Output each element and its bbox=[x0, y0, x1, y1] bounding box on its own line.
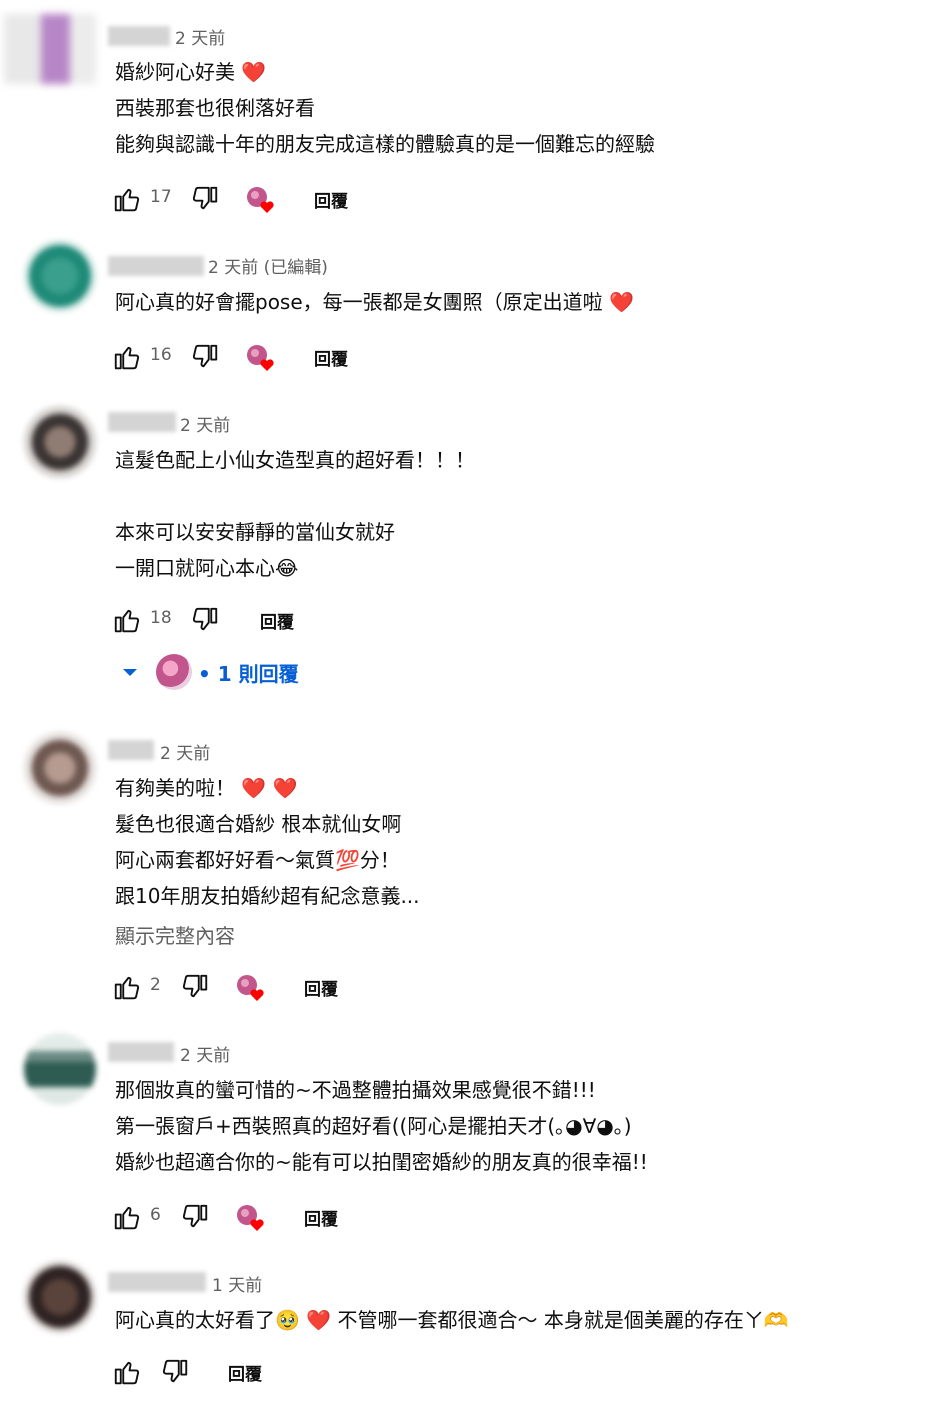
comment-line: 髮色也很適合婚紗 根本就仙女啊 bbox=[115, 812, 402, 836]
comment-line: 有夠美的啦！ ❤️ ❤️ bbox=[115, 776, 298, 800]
like-count: 6 bbox=[150, 1205, 161, 1225]
creator-heart-icon bbox=[237, 975, 264, 1001]
show-more-link[interactable]: 顯示完整內容 bbox=[115, 920, 235, 949]
comment-time[interactable]: 2 天前 bbox=[180, 1041, 230, 1066]
thumb-up-icon[interactable] bbox=[112, 972, 142, 1002]
comment-line: 阿心真的好會擺pose，每一張都是女團照（原定出道啦 ❤️ bbox=[115, 290, 634, 314]
creator-heart-icon bbox=[247, 345, 274, 371]
reply-button[interactable]: 回覆 bbox=[304, 1205, 338, 1230]
comment-time[interactable]: 2 天前 bbox=[175, 24, 225, 49]
comment-time[interactable]: 1 天前 bbox=[212, 1271, 262, 1296]
comment-time[interactable]: 2 天前 bbox=[180, 411, 230, 436]
reply-button[interactable]: 回覆 bbox=[314, 187, 348, 212]
comment-line: 第一張窗戶+西裝照真的超好看((阿心是擺拍天才(｡◕∀◕｡) bbox=[115, 1114, 632, 1138]
like-count: 17 bbox=[150, 187, 172, 207]
comment-time[interactable]: 2 天前 (已編輯) bbox=[208, 253, 328, 278]
creator-heart-icon bbox=[247, 187, 274, 213]
thumb-down-icon[interactable] bbox=[180, 1202, 210, 1232]
comment-line: 婚紗也超適合你的~能有可以拍閨密婚紗的朋友真的很幸福!! bbox=[115, 1150, 648, 1174]
thumb-up-icon[interactable] bbox=[112, 605, 142, 635]
comment-line: 那個妝真的蠻可惜的~不過整體拍攝效果感覺很不錯!!! bbox=[115, 1078, 596, 1102]
reply-button[interactable]: 回覆 bbox=[260, 608, 294, 633]
view-replies-button[interactable]: • 1 則回覆 bbox=[118, 650, 299, 694]
avatar[interactable] bbox=[24, 1033, 96, 1105]
username-blurred[interactable] bbox=[108, 256, 204, 276]
comment-line: 阿心兩套都好好看～氣質💯分！ bbox=[115, 848, 400, 872]
thumb-up-icon[interactable] bbox=[112, 1357, 142, 1387]
username-blurred[interactable] bbox=[108, 740, 154, 760]
reply-button[interactable]: 回覆 bbox=[304, 975, 338, 1000]
username-blurred[interactable] bbox=[108, 412, 176, 432]
avatar[interactable] bbox=[24, 732, 96, 804]
thumb-up-icon[interactable] bbox=[112, 1202, 142, 1232]
thumb-down-icon[interactable] bbox=[190, 342, 220, 372]
thumb-up-icon[interactable] bbox=[112, 184, 142, 214]
comment-line: 婚紗阿心好美 ❤️ bbox=[115, 60, 267, 84]
thumb-down-icon[interactable] bbox=[180, 972, 210, 1002]
comment-time[interactable]: 2 天前 bbox=[160, 739, 210, 764]
reply-button[interactable]: 回覆 bbox=[228, 1360, 262, 1385]
avatar[interactable] bbox=[24, 240, 96, 312]
thumb-up-icon[interactable] bbox=[112, 342, 142, 372]
comment-line: 阿心真的太好看了🥹 ❤️ 不管哪一套都很適合～ 本身就是個美麗的存在ㄚ🫶 bbox=[115, 1308, 789, 1332]
comment-line: 跟10年朋友拍婚紗超有紀念意義... bbox=[115, 884, 420, 908]
like-count: 2 bbox=[150, 975, 161, 995]
thumb-down-icon[interactable] bbox=[190, 184, 220, 214]
thumb-down-icon[interactable] bbox=[160, 1357, 190, 1387]
like-count: 18 bbox=[150, 608, 172, 628]
comment-line: 本來可以安安靜靜的當仙女就好 bbox=[115, 520, 395, 544]
comment-line: 西裝那套也很俐落好看 bbox=[115, 96, 315, 120]
creator-heart-icon bbox=[237, 1205, 264, 1231]
like-count: 16 bbox=[150, 345, 172, 365]
replies-count-label: • 1 則回覆 bbox=[198, 661, 299, 686]
reply-button[interactable]: 回覆 bbox=[314, 345, 348, 370]
avatar[interactable] bbox=[24, 1261, 96, 1333]
creator-avatar bbox=[156, 654, 192, 690]
comment-line: 一開口就阿心本心😂 bbox=[115, 556, 299, 580]
username-blurred[interactable] bbox=[108, 1272, 206, 1292]
avatar[interactable] bbox=[4, 14, 96, 84]
username-blurred[interactable] bbox=[108, 1042, 174, 1062]
chevron-down-icon bbox=[123, 669, 137, 676]
avatar[interactable] bbox=[24, 406, 96, 478]
username-blurred[interactable] bbox=[108, 26, 170, 46]
comment-line: 這髮色配上小仙女造型真的超好看！！！ bbox=[115, 448, 475, 472]
comment-line: 能夠與認識十年的朋友完成這樣的體驗真的是一個難忘的經驗 bbox=[115, 132, 655, 156]
thumb-down-icon[interactable] bbox=[190, 605, 220, 635]
